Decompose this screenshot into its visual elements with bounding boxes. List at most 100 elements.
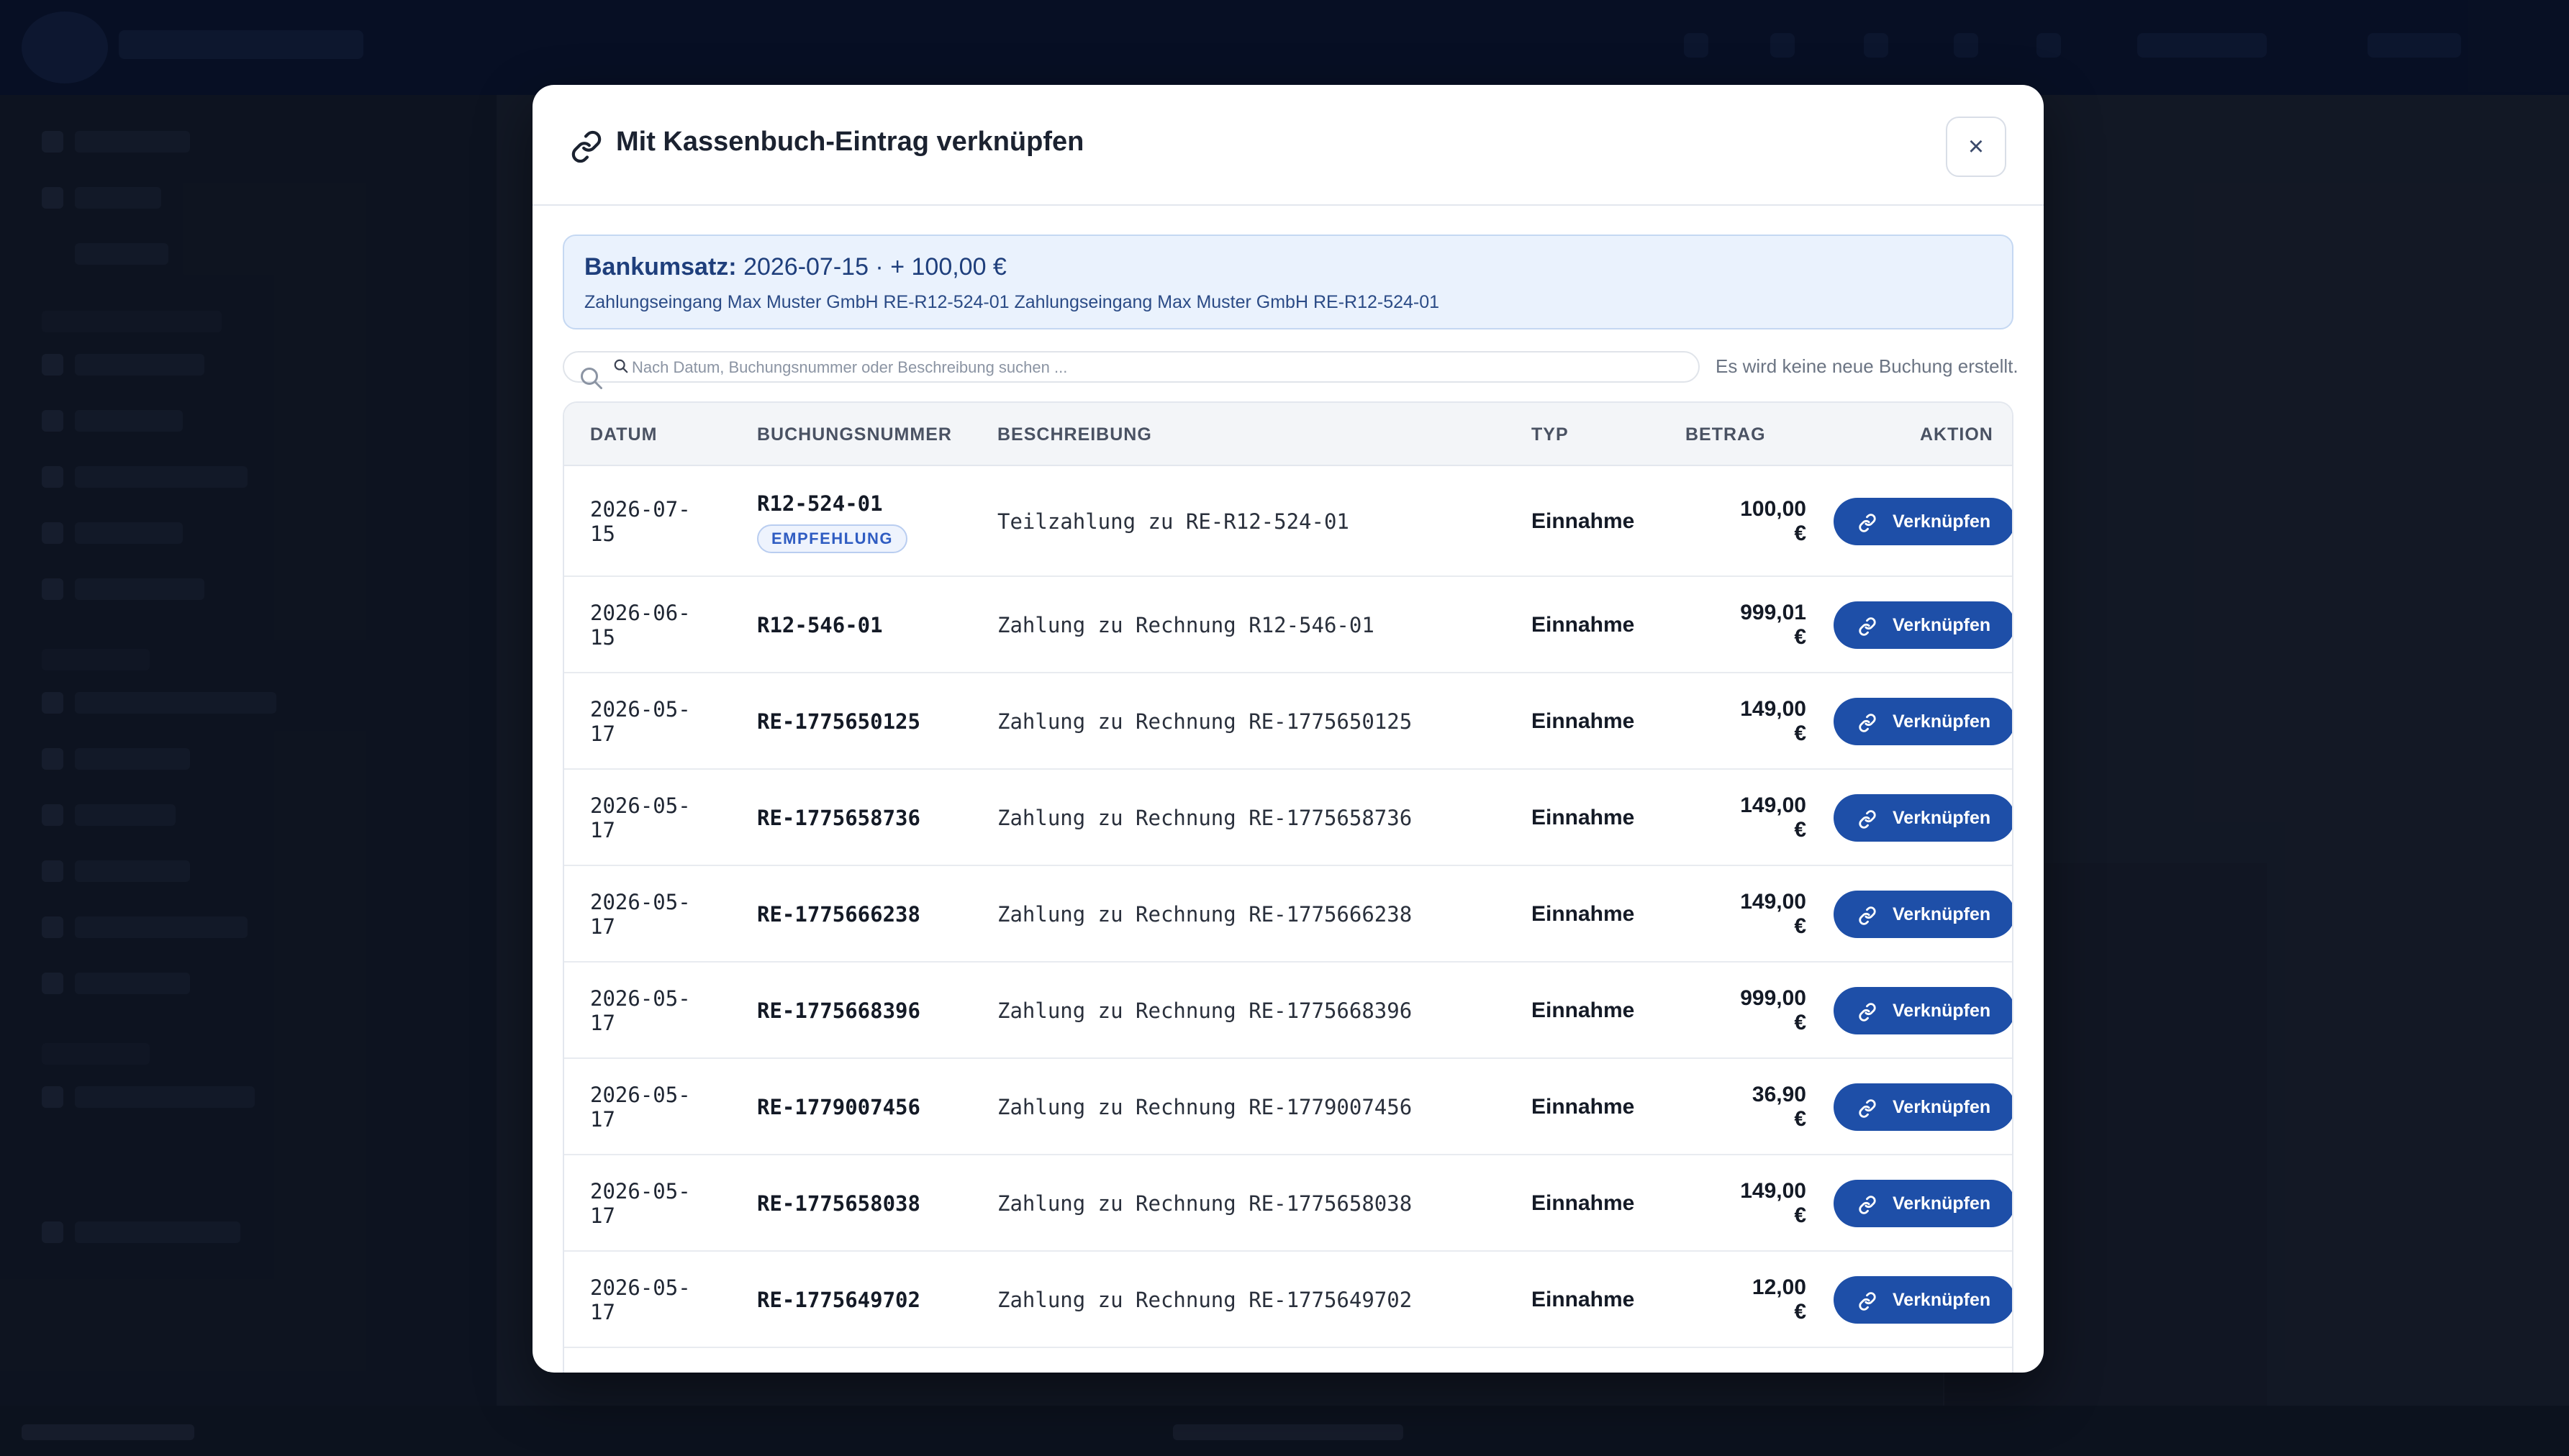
- booking-number: R12-524-01: [757, 491, 883, 516]
- amount-value: 100,00: [1740, 497, 1806, 521]
- amount-currency: €: [1794, 522, 1806, 545]
- booking-description: Zahlung zu Rechnung RE-1775649702: [997, 1288, 1413, 1312]
- date-line: 2026-05-: [590, 986, 691, 1011]
- table-row: 2026-05- 17 RE-1775668396 Zahlung zu Rechnu…: [564, 963, 2012, 1059]
- booking-description: Zahlung zu Rechnung RE-1775658736: [997, 806, 1413, 830]
- date-line: 17: [590, 1011, 615, 1035]
- booking-number: RE-1775658038: [757, 1191, 920, 1216]
- close-icon: ×: [1967, 132, 1985, 162]
- link-icon: [1859, 1099, 1876, 1118]
- table-row: 2026-05- 17 RE-1775650125 Zahlung zu Rechnu…: [564, 673, 2012, 770]
- link-icon: [571, 130, 602, 163]
- date-line: 17: [590, 1107, 615, 1132]
- column-header-amount[interactable]: BETRAG: [1685, 424, 1766, 445]
- booking-description: Zahlung zu Rechnung RE-1779007456: [997, 1095, 1413, 1119]
- date-line: 15: [590, 625, 615, 650]
- booking-number: RE-1775658736: [757, 806, 920, 830]
- booking-type: Einnahme: [1531, 1288, 1635, 1311]
- booking-type: Einnahme: [1531, 1191, 1635, 1215]
- link-icon: [1859, 1003, 1876, 1022]
- date-line: 2026-06-: [590, 601, 691, 625]
- column-header-number[interactable]: BUCHUNGSNUMMER: [757, 424, 952, 445]
- bank-transaction-detail: Zahlungseingang Max Muster GmbH RE-R12-5…: [584, 292, 1440, 312]
- booking-number: RE-1779007456: [757, 1095, 920, 1119]
- link-button-label: Verknüpfen: [1893, 1001, 1991, 1021]
- column-header-action: AKTION: [1920, 424, 1993, 445]
- booking-description: Zahlung zu Rechnung RE-1775650125: [997, 709, 1413, 734]
- amount-value: 12,00: [1752, 1275, 1806, 1299]
- amount-currency: €: [1794, 625, 1806, 649]
- date-line: 2026-05-: [590, 697, 691, 722]
- link-icon: [1859, 514, 1876, 532]
- link-button-label: Verknüpfen: [1893, 1290, 1991, 1310]
- booking-type: Einnahme: [1531, 509, 1635, 533]
- amount-cell: 999,01 €: [1644, 601, 1806, 650]
- link-button-label: Verknüpfen: [1893, 904, 1991, 924]
- close-button[interactable]: ×: [1946, 117, 2006, 177]
- date-line: 17: [590, 1204, 615, 1228]
- booking-number: RE-1775649702: [757, 1288, 920, 1312]
- amount-currency: €: [1794, 818, 1806, 842]
- amount-currency: €: [1794, 1300, 1806, 1324]
- link-button[interactable]: Verknüpfen: [1834, 1180, 2012, 1227]
- table-row: 2026-07- 15 R12-524-01 EMPFEHLUNG Teilzahlun…: [564, 466, 2012, 577]
- date-line: 2026-05-: [590, 793, 691, 818]
- amount-cell: 100,00 €: [1644, 497, 1806, 546]
- booking-description: Zahlung zu Rechnung RE-1775668396: [997, 998, 1413, 1023]
- booking-number: R12-546-01: [757, 613, 883, 637]
- booking-type: Einnahme: [1531, 613, 1635, 637]
- bank-transaction-label: Bankumsatz:: [584, 253, 737, 281]
- amount-currency: €: [1794, 1011, 1806, 1034]
- date-cell: 2026-05- 17: [590, 793, 691, 842]
- booking-description: Zahlung zu Rechnung RE-1775666238: [997, 902, 1413, 927]
- link-icon: [1859, 714, 1876, 732]
- booking-number: RE-1775666238: [757, 902, 920, 927]
- link-button-label: Verknüpfen: [1893, 511, 1991, 532]
- date-line: 17: [590, 722, 615, 746]
- amount-cell: 999,00 €: [1644, 986, 1806, 1035]
- amount-value: 149,00: [1740, 793, 1806, 817]
- date-cell: 2026-05- 17: [590, 890, 691, 939]
- column-header-description[interactable]: BESCHREIBUNG: [997, 424, 1152, 445]
- cashbook-table: DATUM BUCHUNGSNUMMER BESCHREIBUNG TYP BE…: [563, 401, 2013, 1373]
- search-input[interactable]: [632, 355, 1682, 380]
- booking-type: Einnahme: [1531, 998, 1635, 1022]
- amount-currency: €: [1794, 1204, 1806, 1227]
- column-header-date[interactable]: DATUM: [590, 424, 657, 445]
- amount-cell: 149,00 €: [1644, 793, 1806, 842]
- amount-cell: 36,90 €: [1644, 1083, 1806, 1132]
- link-button[interactable]: Verknüpfen: [1834, 794, 2012, 842]
- recommendation-badge: EMPFEHLUNG: [757, 524, 907, 553]
- booking-number: RE-1775668396: [757, 998, 920, 1023]
- table-row: 2026-05- 17 RE-1775658736 Zahlung zu Rechnu…: [564, 770, 2012, 866]
- search-box[interactable]: [563, 351, 1700, 389]
- search-icon: [581, 368, 602, 389]
- column-header-type[interactable]: TYP: [1531, 424, 1569, 445]
- amount-value: 999,00: [1740, 986, 1806, 1010]
- link-button[interactable]: Verknüpfen: [1834, 498, 2012, 545]
- date-cell: 2026-05- 17: [590, 986, 691, 1035]
- link-button-label: Verknüpfen: [1893, 711, 1991, 732]
- date-line: 2026-05-: [590, 1275, 691, 1300]
- link-button[interactable]: Verknüpfen: [1834, 1276, 2012, 1324]
- bank-transaction-value: 2026-07-15 · + 100,00 €: [743, 253, 1007, 281]
- date-line: 17: [590, 1300, 615, 1324]
- link-icon: [1859, 1196, 1876, 1214]
- table-header: DATUM BUCHUNGSNUMMER BESCHREIBUNG TYP BE…: [564, 403, 2012, 466]
- link-icon: [1859, 1292, 1876, 1311]
- booking-description: Teilzahlung zu RE-R12-524-01: [997, 509, 1349, 534]
- link-button[interactable]: Verknüpfen: [1834, 987, 2012, 1034]
- no-new-booking-hint: Es wird keine neue Buchung erstellt.: [1716, 355, 2018, 377]
- table-row: 2026-06- 15 R12-546-01 Zahlung zu Rechnung …: [564, 577, 2012, 673]
- table-row: 2026-05- 17 RE-1775666238 Zahlung zu Rechnu…: [564, 866, 2012, 963]
- link-button[interactable]: Verknüpfen: [1834, 601, 2012, 649]
- link-button[interactable]: Verknüpfen: [1834, 891, 2012, 938]
- search-icon: [614, 359, 628, 373]
- booking-type: Einnahme: [1531, 806, 1635, 829]
- booking-number: RE-1775650125: [757, 709, 920, 734]
- link-button[interactable]: Verknüpfen: [1834, 698, 2012, 745]
- link-button[interactable]: Verknüpfen: [1834, 1083, 2012, 1131]
- link-button-label: Verknüpfen: [1893, 615, 1991, 635]
- date-line: 2026-05-: [590, 1083, 691, 1107]
- amount-value: 36,90: [1752, 1083, 1806, 1106]
